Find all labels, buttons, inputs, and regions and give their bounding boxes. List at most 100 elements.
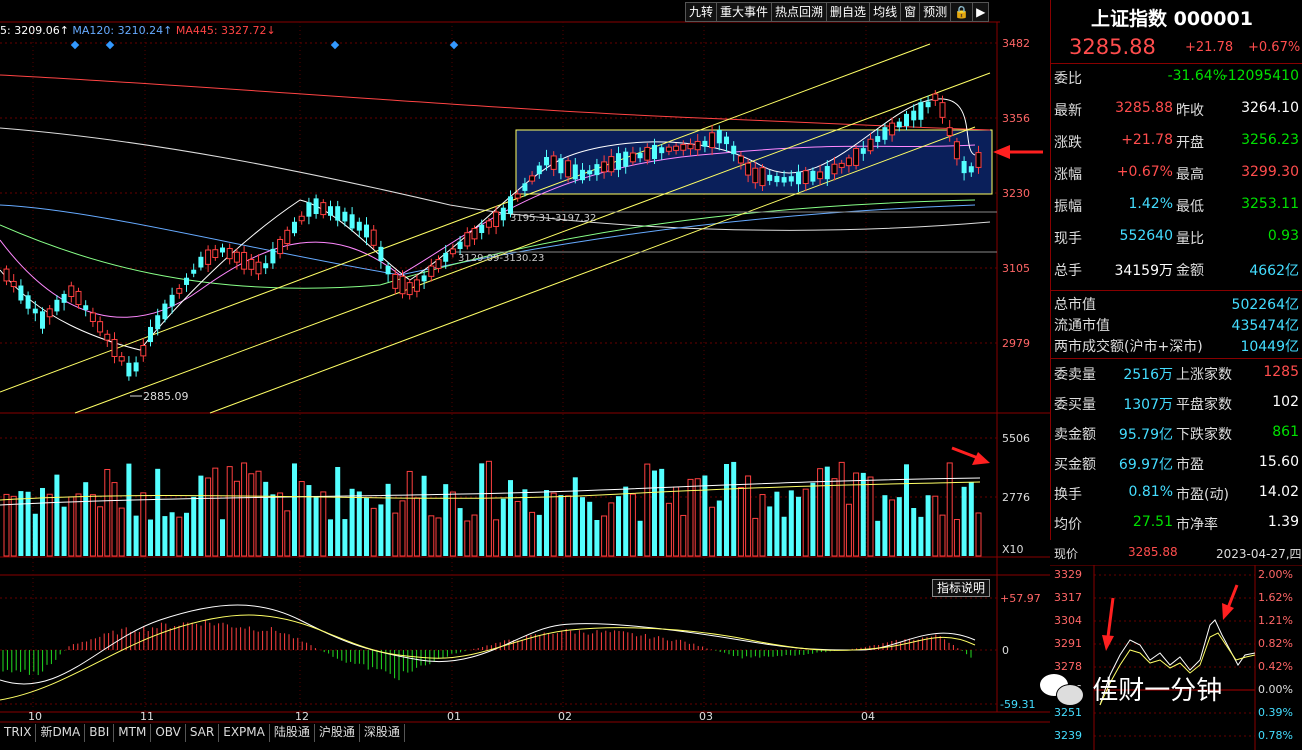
volume-bar [457,508,463,556]
ma445-legend: MA445: 3327.72↓ [175,24,276,37]
panel-key: 流通市值 [1054,318,1110,334]
volume-bar [889,499,896,557]
volume-bar [75,493,82,557]
volume-bar [608,502,615,557]
volume-bar [968,482,974,556]
kline-chart[interactable]: 2885.09 3195.31-3197.32 3129.09-3130.23 … [0,0,1050,750]
volume-bar [421,475,427,556]
volume-bar [233,480,240,557]
intraday-pct-tick: 1.21% [1258,614,1293,627]
lock-icon[interactable]: 🔒 [950,2,974,22]
intraday-price-tick: 3251 [1054,706,1082,719]
intraday-date: 2023-04-27,四 [1216,547,1302,561]
volume-bar [61,506,67,556]
index-title: 上证指数 000001 [1091,8,1253,30]
panel-value: 34159万 [1114,263,1173,279]
volume-bar [449,491,456,557]
panel-key: 买金额 [1054,457,1096,473]
volume-bar [536,514,542,556]
candle [853,148,860,166]
event-markers[interactable] [70,40,459,50]
tab-obv[interactable]: OBV [151,724,186,742]
candle [659,147,665,154]
candle [457,241,463,250]
indicator-help-button[interactable]: 指标说明 [932,579,991,597]
tab-trix[interactable]: TRIX [0,724,37,742]
candle [572,164,578,180]
candle [191,269,197,274]
volume-bar [594,519,600,556]
time-tick: 03 [699,710,713,723]
volume-bar [385,483,391,556]
play-icon[interactable]: ▶ [972,2,990,22]
tool-window[interactable]: 窗 [900,2,921,22]
candle [774,176,780,183]
volume-bar [292,463,297,556]
tool-remove-favorite[interactable]: 删自选 [826,2,871,22]
volume-bar [155,468,161,556]
tool-jiuzhuan[interactable]: 九转 [685,2,718,22]
candle [306,202,312,217]
candle [255,261,262,275]
tab-northbound[interactable]: 陆股通 [269,724,315,742]
volume-bar [961,486,967,556]
tab-dma[interactable]: 新DMA [36,724,86,742]
chart-toolbar: 九转 重大事件 热点回溯 删自选 均线 窗 预测 🔒 ▶ [685,2,990,22]
panel-value: 3285.88 [1115,100,1173,116]
volume-bar [212,467,219,557]
candle [644,146,651,161]
volume-bar [623,486,629,556]
volume-bar [616,496,621,556]
candle [522,183,528,191]
volume-bar [277,492,284,557]
volume-bar [918,516,924,556]
candle [449,248,456,255]
volume-bar [500,498,506,556]
panel-key: 市净率 [1176,517,1218,533]
tool-moving-average[interactable]: 均线 [869,2,902,22]
intraday-chart[interactable]: 33293317330432913278326632513239 2.00%1.… [1050,565,1302,750]
tab-sar[interactable]: SAR [185,724,220,742]
panel-key: 昨收 [1176,103,1204,119]
ma-legend: 5: 3209.06↑ MA120: 3210.24↑ MA445: 3327.… [0,24,276,37]
candle [220,247,225,253]
tool-forecast[interactable]: 预测 [919,2,952,22]
candle [500,207,506,221]
panel-key: 振幅 [1054,199,1082,215]
candle [471,227,478,240]
candle [399,275,406,295]
candle [435,259,442,269]
candle [529,175,536,182]
volume-bar [378,504,384,556]
panel-key: 委卖量 [1054,367,1096,383]
candle [767,174,773,181]
candle [162,303,168,320]
candle [46,308,53,318]
tab-mtm[interactable]: MTM [114,724,152,742]
channel-lines [0,43,991,414]
volume-bar [911,507,917,556]
candle [889,122,896,136]
volume-bar [406,470,413,557]
volume-bar [529,511,536,557]
volume-bar [97,506,104,557]
volume-bars [3,460,982,557]
tool-hotspot-review[interactable]: 热点回溯 [771,2,828,22]
ma445-line [0,74,991,131]
volume-bar [724,464,729,556]
volume-bar [328,519,333,556]
volume-bar [140,492,147,557]
candle [788,176,794,182]
volume-bar [169,512,175,556]
volume-bar [25,491,31,556]
tab-bbi[interactable]: BBI [85,724,115,742]
volume-bar [508,480,513,556]
volume-bar [767,506,773,556]
candle [263,263,269,269]
volume-bar [241,462,248,557]
tab-shenzhen-connect[interactable]: 深股通 [359,724,405,742]
tool-major-events[interactable]: 重大事件 [716,2,773,22]
tab-expma[interactable]: EXPMA [219,724,270,742]
tab-shanghai-connect[interactable]: 沪股通 [314,724,360,742]
panel-key: 市盈(动) [1176,487,1229,503]
